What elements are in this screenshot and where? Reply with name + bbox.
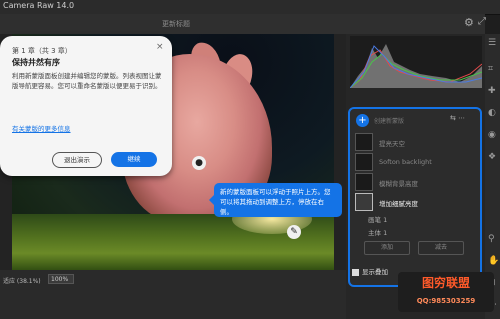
mask-thumbnail	[355, 153, 373, 171]
title-bar: Camera Raw 14.0	[0, 0, 500, 15]
presets-icon[interactable]: ❖	[488, 152, 496, 162]
zoom-label[interactable]: 适应 (38.1%)	[3, 276, 41, 285]
masks-header: 创建新蒙版	[374, 118, 405, 125]
mask-label: 提亮天空	[379, 140, 405, 148]
brush-pin-icon[interactable]: ✎	[287, 225, 301, 239]
mask-label: 模糊背景高度	[379, 180, 418, 188]
zoom-icon[interactable]: ⚲	[488, 234, 495, 244]
mask-thumbnail	[355, 133, 373, 151]
top-toolbar: 更新标题 ⚙ ⤢	[0, 14, 486, 35]
mask-item[interactable]: 模糊背景高度	[355, 173, 475, 191]
exit-tour-button[interactable]: 退出演示	[52, 152, 102, 168]
mask-pin-icon[interactable]: ●	[192, 156, 206, 170]
mask-item[interactable]: 提亮天空	[355, 133, 475, 151]
mask-thumbnail	[355, 173, 373, 191]
mask-thumbnail	[355, 193, 373, 211]
continue-button[interactable]: 继续	[111, 152, 157, 167]
mask-item[interactable]: Softon backlight	[355, 153, 475, 171]
close-icon[interactable]: ×	[156, 42, 164, 52]
heal-icon[interactable]: ✚	[488, 86, 496, 96]
dialog-step: 第 1 章（共 3 章）	[12, 47, 72, 55]
histogram-graph	[350, 44, 482, 88]
document-title: 更新标题	[162, 20, 190, 28]
dialog-title: 保持井然有序	[12, 58, 60, 67]
edit-icon[interactable]: ☰	[488, 38, 496, 48]
subtract-button[interactable]: 减去	[418, 241, 464, 255]
add-button[interactable]: 添加	[364, 241, 410, 255]
tour-dialog: 第 1 章（共 3 章） × 保持井然有序 利用新蒙版面板创建并编辑您的蒙版。列…	[0, 36, 172, 176]
dialog-body: 利用新蒙版面板创建并编辑您的蒙版。列表视图让蒙版导航更容易。您可以重命名蒙版以便…	[12, 72, 162, 90]
show-overlay-toggle[interactable]: 显示叠加	[352, 266, 388, 276]
watermark-qq: QQ:985303259	[416, 297, 476, 305]
bottom-bar: 适应 (38.1%) 100%	[0, 270, 346, 319]
checkbox-icon[interactable]	[352, 268, 359, 276]
gear-icon[interactable]: ⚙	[464, 16, 474, 29]
sub-mask-brush[interactable]: 画笔 1	[368, 214, 387, 224]
mask-item-active[interactable]: 增加细腻亮度	[355, 193, 475, 211]
panel-options-icon[interactable]: ⇆ ⋯	[450, 114, 465, 122]
learn-more-link[interactable]: 有关蒙版的更多信息	[12, 123, 71, 133]
sub-mask-subject[interactable]: 主体 1	[368, 227, 387, 237]
watermark-title: 图穷联盟	[421, 276, 470, 290]
redeye-icon[interactable]: ◉	[488, 130, 496, 140]
overlay-label: 显示叠加	[362, 268, 388, 276]
crop-icon[interactable]: ⌗	[488, 64, 493, 74]
tooltip-text: 新的蒙版面板可以浮动于照片上方。您可以将其拖动到调整上方，停放在右侧。	[220, 188, 331, 216]
mask-label: Softon backlight	[379, 158, 432, 166]
mask-label: 增加细腻亮度	[379, 200, 418, 208]
masks-panel: + 创建新蒙版 ⇆ ⋯ 提亮天空 Softon backlight 模糊背景高度…	[348, 107, 482, 287]
watermark: 图穷联盟 QQ:985303259	[398, 272, 494, 312]
histogram	[350, 36, 482, 88]
mask-icon[interactable]: ◐	[488, 108, 496, 118]
coachmark-tooltip: 新的蒙版面板可以浮动于照片上方。您可以将其拖动到调整上方，停放在右侧。	[209, 183, 342, 217]
zoom-select[interactable]: 100%	[48, 274, 74, 284]
app-title: Camera Raw 14.0	[3, 1, 75, 10]
hand-icon[interactable]: ✋	[488, 256, 499, 266]
fullscreen-icon[interactable]: ⤢	[478, 16, 486, 27]
create-mask-button[interactable]: +	[356, 114, 369, 127]
